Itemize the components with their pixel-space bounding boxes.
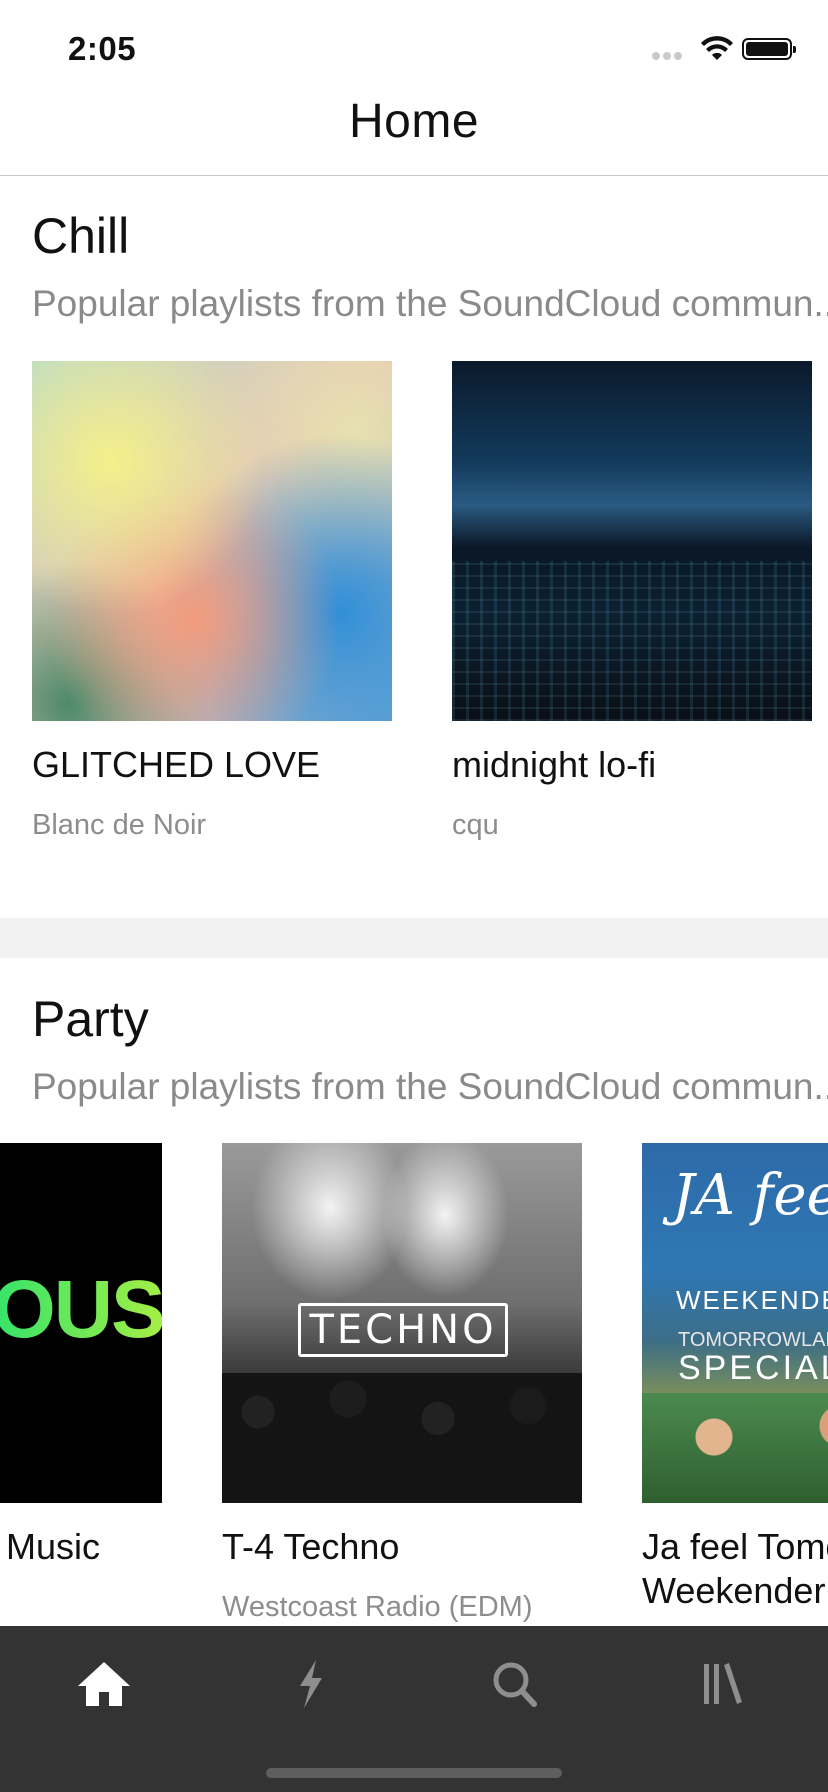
playlist-title: Music (6, 1526, 101, 1567)
nav-header: Home (0, 88, 828, 176)
artwork-text: SPECIAL (678, 1349, 828, 1387)
artwork-text: TECHNO (298, 1303, 508, 1357)
battery-icon (742, 38, 796, 60)
section-party: Party Popular playlists from the SoundCl… (0, 958, 828, 1626)
playlist-card-ja-feel[interactable]: JA feel WEEKENDER TOMORROWLAND SPECIAL J… (642, 1143, 828, 1626)
playlist-card-glitched-love[interactable]: GLITCHED LOVE Blanc de Noir (32, 361, 392, 881)
playlist-artwork[interactable]: OUSE (0, 1143, 162, 1503)
home-indicator (266, 1768, 562, 1778)
tab-home[interactable] (68, 1656, 140, 1716)
status-bar: 2:05 (0, 0, 828, 88)
playlist-title: midnight lo-fi (452, 744, 657, 785)
playlist-artwork[interactable]: TECHNO (222, 1143, 582, 1503)
playlist-artwork[interactable] (452, 361, 812, 721)
playlist-title: T-4 Techno (222, 1526, 400, 1567)
tab-stream[interactable] (274, 1656, 346, 1716)
section-chill: Chill Popular playlists from the SoundCl… (0, 177, 828, 918)
playlist-owner: Blanc de Noir (32, 809, 207, 841)
playlist-owner: cqu (452, 809, 499, 841)
playlist-card-midnight-lofi[interactable]: midnight lo-fi cqu (452, 361, 812, 881)
status-time: 2:05 (68, 30, 137, 67)
tab-library[interactable] (686, 1656, 758, 1716)
page-title: Home (348, 95, 480, 148)
section-divider (0, 918, 828, 958)
playlist-card-t4-techno[interactable]: TECHNO T-4 Techno Westcoast Radio (EDM) (222, 1143, 582, 1626)
playlist-card-house-music[interactable]: OUSE Music (0, 1143, 162, 1626)
artwork-text: WEEKENDER (676, 1285, 828, 1315)
artwork-text: OUSE (0, 1263, 162, 1357)
library-icon (704, 1663, 742, 1704)
home-icon (78, 1662, 130, 1706)
playlist-title: GLITCHED LOVE (32, 744, 321, 785)
signal-icon (652, 52, 692, 62)
tab-search[interactable] (480, 1656, 552, 1716)
section-title: Chill (32, 208, 130, 264)
playlist-owner: Westcoast Radio (EDM) (222, 1591, 533, 1623)
playlist-artwork[interactable] (32, 361, 392, 721)
tab-bar (0, 1626, 828, 1792)
section-subtitle: Popular playlists from the SoundCloud co… (32, 283, 828, 324)
search-icon (493, 1662, 537, 1707)
playlist-title: Ja feel Tomor Weekender (642, 1526, 828, 1611)
stream-icon (300, 1660, 322, 1708)
artwork-logo: JA feel (672, 1163, 828, 1228)
section-title: Party (32, 991, 149, 1047)
wifi-icon (701, 36, 733, 60)
section-subtitle: Popular playlists from the SoundCloud co… (32, 1066, 828, 1107)
playlist-artwork[interactable]: JA feel WEEKENDER TOMORROWLAND SPECIAL (642, 1143, 828, 1503)
